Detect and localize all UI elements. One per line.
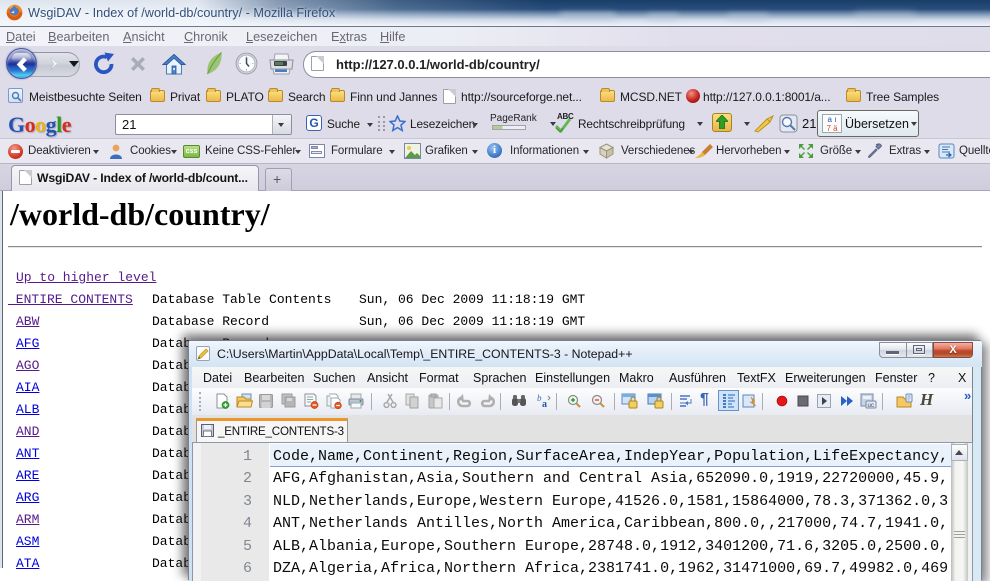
svg-text:a: a xyxy=(542,399,547,409)
svg-text:uc: uc xyxy=(868,403,874,409)
